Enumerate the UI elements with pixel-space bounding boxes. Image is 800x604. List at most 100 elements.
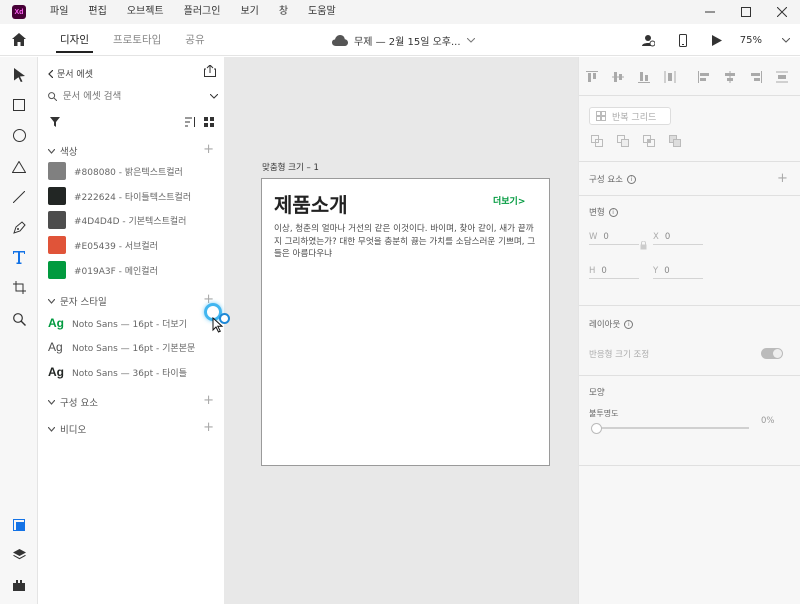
add-component-button[interactable]: + <box>777 172 788 185</box>
chevron-down-icon <box>48 426 55 432</box>
boolean-intersect-button[interactable] <box>641 133 657 149</box>
menu-object[interactable]: 오브젝트 <box>117 0 174 24</box>
add-color-icon[interactable]: + <box>203 143 214 157</box>
artboard[interactable]: 제품소개 더보기> 이상, 청춘의 얼마나 거선의 같은 이것이다. 바이며, … <box>261 178 550 466</box>
rectangle-tool[interactable] <box>0 91 38 119</box>
polygon-tool[interactable] <box>0 153 38 181</box>
info-icon[interactable]: i <box>624 319 634 329</box>
close-button[interactable] <box>764 0 800 24</box>
tab-prototype[interactable]: 프로토타입 <box>101 24 173 56</box>
add-video-icon[interactable]: + <box>203 421 214 435</box>
distribute-vertical-button[interactable] <box>657 67 683 87</box>
responsive-resize-label: 반응형 크기 조정 <box>589 348 649 360</box>
artboard-tool[interactable] <box>0 273 38 301</box>
tab-share[interactable]: 공유 <box>173 24 216 56</box>
invite-button[interactable] <box>632 24 666 56</box>
width-field[interactable]: W 0 <box>589 229 639 245</box>
ellipse-tool[interactable] <box>0 121 38 149</box>
char-style-item[interactable]: Ag Noto Sans — 16pt - 더보기 <box>48 313 224 333</box>
artboard-title-text[interactable]: 제품소개 <box>274 189 348 218</box>
artboard-label[interactable]: 맞춤형 크기 – 1 <box>262 161 319 173</box>
align-bottom-button[interactable] <box>631 67 657 87</box>
char-style-item[interactable]: Ag Noto Sans — 36pt - 타이틀 <box>48 362 224 382</box>
info-icon[interactable]: i <box>608 207 618 217</box>
assets-back-button[interactable]: 문서 에셋 <box>48 67 93 80</box>
distribute-horizontal-button[interactable] <box>769 67 795 87</box>
opacity-slider-track[interactable] <box>599 427 749 429</box>
export-button[interactable] <box>204 64 216 80</box>
design-canvas[interactable]: 맞춤형 크기 – 1 제품소개 더보기> 이상, 청춘의 얼마나 거선의 같은 … <box>224 57 578 604</box>
plugins-panel-button[interactable] <box>0 571 38 599</box>
lock-aspect-icon[interactable] <box>640 241 647 250</box>
boolean-exclude-button[interactable] <box>667 133 683 149</box>
zoom-dropdown[interactable]: 75% <box>740 35 790 46</box>
menu-plugins[interactable]: 플러그인 <box>174 0 231 24</box>
preview-play-button[interactable] <box>700 24 734 56</box>
boolean-subtract-button[interactable] <box>615 133 631 149</box>
responsive-resize-toggle[interactable] <box>761 348 783 359</box>
color-label: #4D4D4D - 기본텍스트컬러 <box>74 216 187 227</box>
color-item[interactable]: #222624 - 타이틀텍스트컬러 <box>48 186 218 206</box>
char-style-item[interactable]: Ag Noto Sans — 16pt - 기본본문 <box>48 337 224 357</box>
video-section-header[interactable]: 비디오 + <box>48 421 214 437</box>
x-field[interactable]: X 0 <box>653 229 703 245</box>
sort-icon[interactable] <box>185 117 196 127</box>
menu-help[interactable]: 도움말 <box>298 0 346 24</box>
align-top-button[interactable] <box>579 67 605 87</box>
zoom-tool[interactable] <box>0 305 38 333</box>
minimize-button[interactable] <box>692 0 728 24</box>
align-right-button[interactable] <box>743 67 769 87</box>
assets-search-input[interactable] <box>62 90 191 102</box>
user-add-icon <box>642 34 656 46</box>
align-center-icon <box>725 71 735 83</box>
boolean-add-button[interactable] <box>589 133 605 149</box>
height-field[interactable]: H 0 <box>589 263 639 279</box>
distribute-horizontal-icon <box>776 71 788 83</box>
align-right-icon <box>751 71 762 83</box>
color-item[interactable]: #019A3F - 메인컬러 <box>48 260 218 280</box>
info-icon[interactable]: i <box>626 174 636 184</box>
home-button[interactable] <box>0 24 38 56</box>
artboard-body-text[interactable]: 이상, 청춘의 얼마나 거선의 같은 이것이다. 바이며, 찾아 같이, 새가 … <box>274 223 538 261</box>
text-tool[interactable] <box>0 243 38 271</box>
transform-label: 변형 i <box>589 206 618 218</box>
tab-design[interactable]: 디자인 <box>48 24 101 56</box>
line-tool[interactable] <box>0 183 38 211</box>
menu-view[interactable]: 보기 <box>230 0 268 24</box>
opacity-value[interactable]: 0% <box>761 416 775 426</box>
home-icon <box>12 33 26 46</box>
color-item[interactable]: #808080 - 밝은텍스트컬러 <box>48 161 218 181</box>
artboard-more-link[interactable]: 더보기> <box>493 194 525 207</box>
assets-panel-button[interactable] <box>0 511 38 539</box>
export-icon <box>204 64 216 77</box>
menu-file[interactable]: 파일 <box>40 0 78 24</box>
layers-panel-button[interactable] <box>0 541 38 569</box>
y-field[interactable]: Y 0 <box>653 263 703 279</box>
device-preview-button[interactable] <box>666 24 700 56</box>
add-component-icon[interactable]: + <box>203 394 214 408</box>
grid-view-icon[interactable] <box>204 117 214 127</box>
document-title-button[interactable]: 무제 — 2월 15일 오후... <box>332 24 475 56</box>
pen-tool[interactable] <box>0 213 38 241</box>
color-item[interactable]: #4D4D4D - 기본텍스트컬러 <box>48 210 218 230</box>
menu-window[interactable]: 창 <box>269 0 298 24</box>
char-styles-section-header[interactable]: 문자 스타일 + <box>48 293 214 309</box>
components-section-header[interactable]: 구성 요소 + <box>48 394 214 410</box>
filter-icon[interactable] <box>50 117 60 127</box>
repeat-grid-button[interactable]: 반복 그리드 <box>589 107 671 125</box>
maximize-button[interactable] <box>728 0 764 24</box>
align-center-button[interactable] <box>717 67 743 87</box>
char-style-label: Noto Sans — 16pt - 더보기 <box>72 319 187 330</box>
distribute-vertical-icon <box>664 71 676 83</box>
pen-icon <box>12 220 26 234</box>
align-middle-button[interactable] <box>605 67 631 87</box>
chevron-down-icon[interactable] <box>210 93 218 99</box>
select-tool[interactable] <box>0 61 38 89</box>
char-style-preview: Ag <box>48 340 63 354</box>
colors-section-header[interactable]: 색상 + <box>48 143 214 159</box>
xd-logo-icon: Xd <box>12 5 26 19</box>
menu-edit[interactable]: 편집 <box>78 0 116 24</box>
color-item[interactable]: #E05439 - 서브컬러 <box>48 235 218 255</box>
opacity-slider-thumb[interactable] <box>591 423 602 434</box>
align-left-button[interactable] <box>691 67 717 87</box>
